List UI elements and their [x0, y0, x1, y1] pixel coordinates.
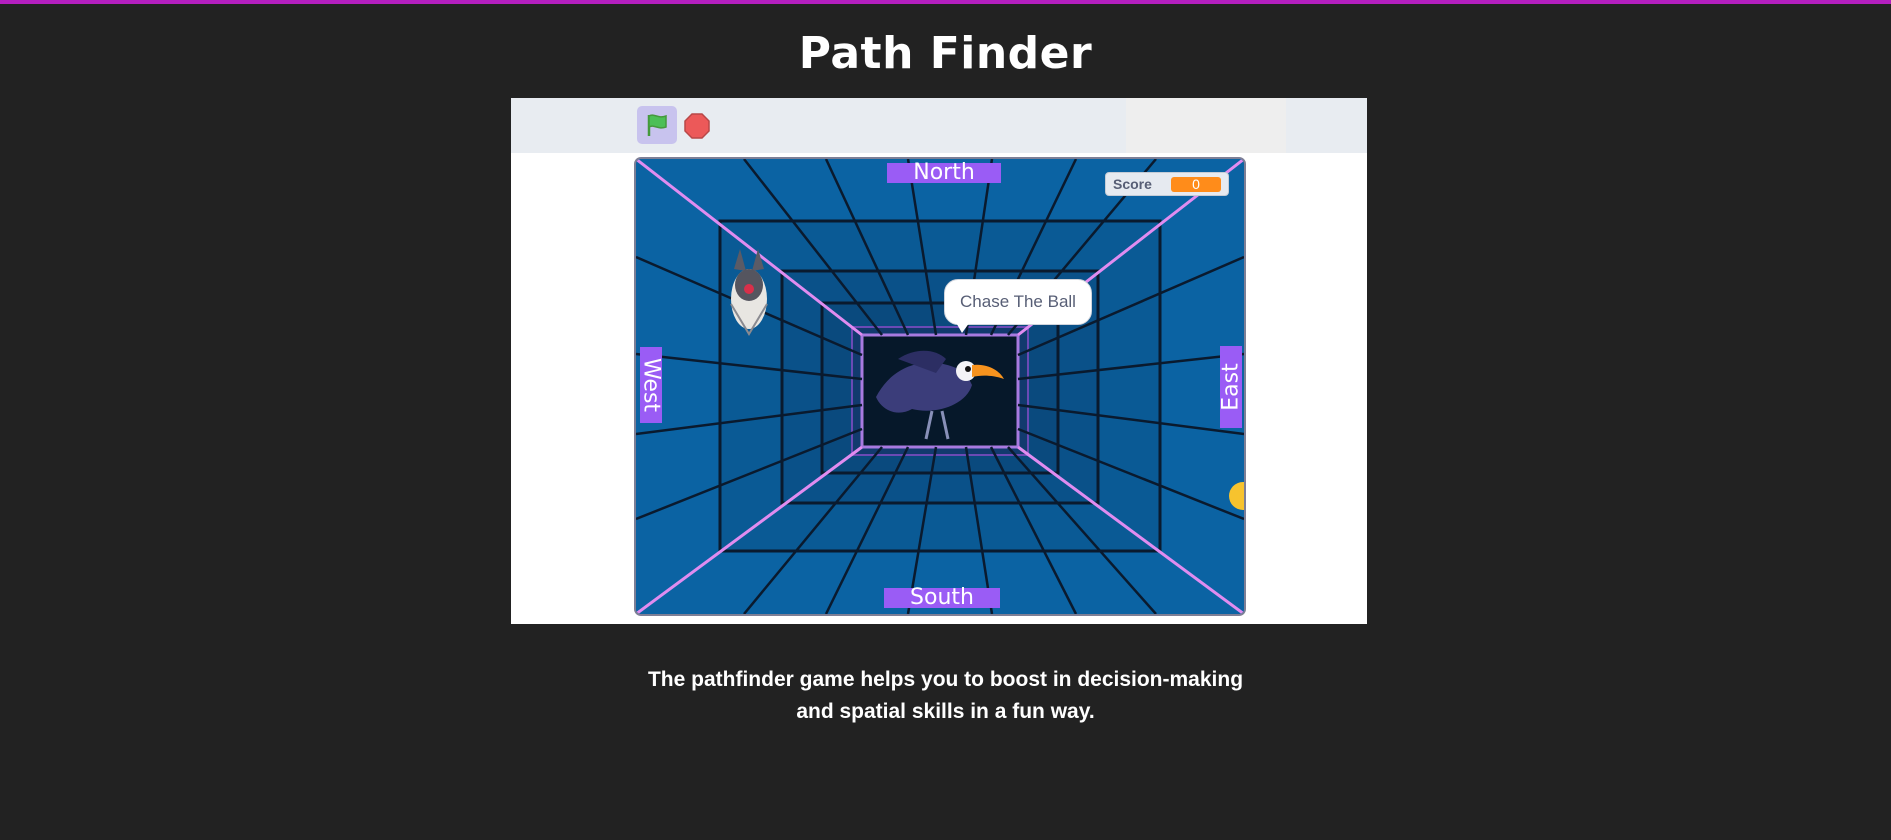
- tunnel-scene: [636, 159, 1244, 614]
- game-stage[interactable]: North South West East Score 0 Chase The …: [634, 157, 1246, 616]
- stop-sign-icon: [684, 113, 710, 139]
- speech-bubble-tail: [954, 319, 972, 333]
- page-title: Path Finder: [798, 28, 1093, 79]
- east-label-text: East: [1218, 363, 1244, 411]
- score-value: 0: [1171, 176, 1221, 192]
- west-label-text: West: [638, 357, 664, 413]
- caption-line-2: and spatial skills in a fun way.: [796, 700, 1095, 723]
- player-controls-bar: [511, 98, 1367, 153]
- green-flag-icon: [647, 114, 667, 136]
- top-accent-border: [0, 0, 1891, 4]
- score-monitor: Score 0: [1105, 172, 1229, 196]
- green-flag-button[interactable]: [637, 106, 677, 144]
- west-label: West: [638, 347, 664, 423]
- game-player: North South West East Score 0 Chase The …: [511, 98, 1367, 624]
- game-description: The pathfinder game helps you to boost i…: [0, 664, 1891, 728]
- north-label: North: [887, 162, 1001, 184]
- caption-line-1: The pathfinder game helps you to boost i…: [647, 668, 1244, 691]
- south-label: South: [884, 587, 1000, 609]
- east-label: East: [1218, 346, 1244, 428]
- score-label: Score: [1113, 176, 1152, 192]
- stop-button[interactable]: [683, 112, 711, 140]
